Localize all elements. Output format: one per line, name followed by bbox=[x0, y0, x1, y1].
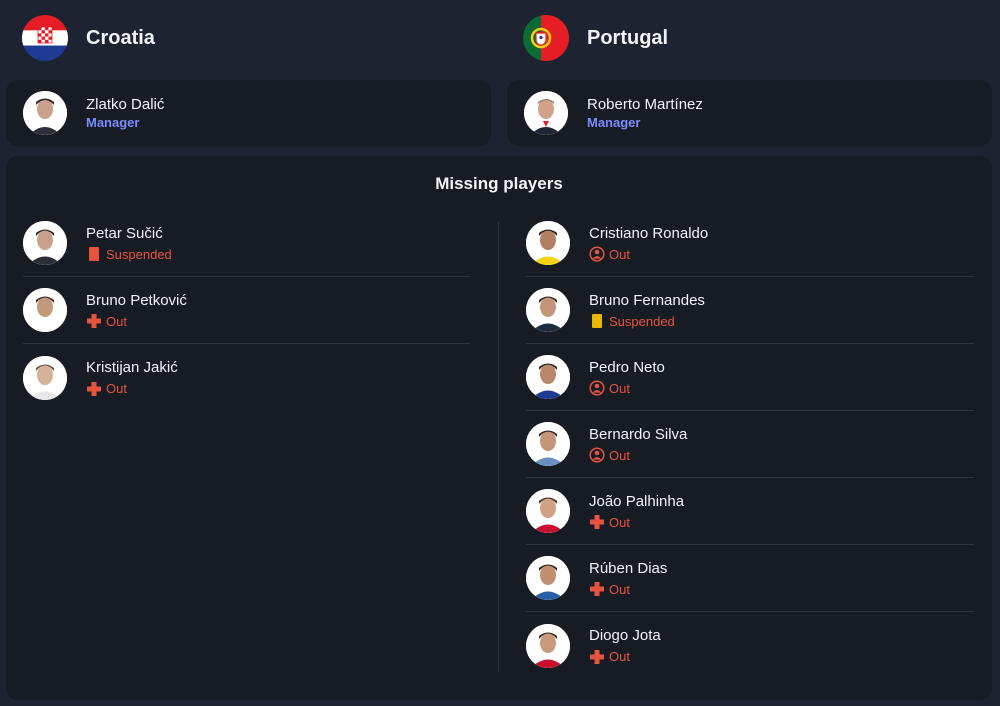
missing-player-row[interactable]: Bernardo Silva Out bbox=[526, 411, 974, 478]
player-status: Out bbox=[589, 246, 708, 263]
manager-role-label: Manager bbox=[587, 115, 641, 130]
player-status-label: Out bbox=[106, 381, 127, 396]
column-divider bbox=[498, 222, 499, 672]
team-header-portugal[interactable]: Portugal bbox=[523, 14, 668, 62]
player-status: Out bbox=[86, 380, 178, 397]
player-status: Out bbox=[589, 581, 667, 598]
player-avatar bbox=[526, 221, 570, 265]
player-status: Out bbox=[86, 313, 187, 330]
person-unavailable-icon bbox=[589, 246, 605, 262]
player-status-label: Out bbox=[106, 313, 127, 329]
player-status-label: Out bbox=[609, 447, 630, 463]
injury-cross-icon bbox=[590, 649, 604, 664]
manager-role-label: Manager bbox=[86, 115, 140, 130]
player-status-label: Out bbox=[609, 649, 630, 664]
yellow-card-icon bbox=[592, 314, 602, 328]
team-name-home[interactable]: Croatia bbox=[86, 27, 155, 50]
croatia-flag-icon bbox=[22, 15, 68, 61]
person-unavailable-icon bbox=[589, 447, 605, 463]
missing-player-row[interactable]: Bruno Petković Out bbox=[23, 277, 470, 344]
missing-players-panel: Missing players Petar Sučić Suspended Brun… bbox=[6, 156, 992, 700]
team-name-away[interactable]: Portugal bbox=[587, 27, 668, 50]
team-header-croatia[interactable]: Croatia bbox=[22, 14, 155, 62]
player-status: Out bbox=[589, 380, 665, 397]
person-unavailable-icon bbox=[589, 380, 605, 396]
player-name[interactable]: Rúben Dias bbox=[589, 559, 667, 579]
missing-players-title: Missing players bbox=[435, 174, 563, 193]
player-name[interactable]: Diogo Jota bbox=[589, 626, 661, 646]
missing-players-home-list: Petar Sučić Suspended Bruno Petković Out Kri… bbox=[23, 210, 470, 411]
player-name[interactable]: Cristiano Ronaldo bbox=[589, 224, 708, 244]
player-name[interactable]: Kristijan Jakić bbox=[86, 358, 178, 378]
player-avatar bbox=[23, 355, 67, 400]
missing-player-row[interactable]: João Palhinha Out bbox=[526, 478, 974, 545]
player-name[interactable]: Bruno Petković bbox=[86, 291, 187, 311]
player-avatar bbox=[526, 355, 570, 399]
injury-cross-icon bbox=[590, 515, 604, 529]
player-name[interactable]: Bernardo Silva bbox=[589, 425, 687, 445]
player-avatar bbox=[526, 422, 570, 466]
missing-player-row[interactable]: Kristijan Jakić Out bbox=[23, 344, 470, 411]
player-status: Suspended bbox=[86, 246, 172, 263]
player-avatar bbox=[526, 288, 570, 332]
manager-name[interactable]: Roberto Martínez bbox=[587, 95, 703, 114]
player-status: Out bbox=[589, 514, 684, 531]
missing-player-row[interactable]: Rúben Dias Out bbox=[526, 545, 974, 612]
player-name[interactable]: Bruno Fernandes bbox=[589, 291, 705, 311]
missing-player-row[interactable]: Bruno Fernandes Suspended bbox=[526, 277, 974, 344]
player-status-label: Out bbox=[609, 514, 630, 530]
manager-card-away[interactable]: Roberto Martínez Manager bbox=[507, 80, 992, 146]
manager-avatar bbox=[524, 91, 568, 135]
manager-avatar bbox=[23, 91, 67, 135]
manager-card-home[interactable]: Zlatko Dalić Manager bbox=[6, 80, 491, 146]
injury-cross-icon bbox=[87, 381, 101, 396]
player-status: Suspended bbox=[589, 313, 705, 330]
player-avatar bbox=[23, 288, 67, 332]
injury-cross-icon bbox=[87, 314, 101, 328]
player-avatar bbox=[526, 556, 570, 600]
missing-player-row[interactable]: Petar Sučić Suspended bbox=[23, 210, 470, 277]
player-status: Out bbox=[589, 648, 661, 665]
player-status: Out bbox=[589, 447, 687, 464]
player-status-label: Out bbox=[609, 581, 630, 597]
missing-players-away-list: Cristiano Ronaldo Out Bruno Fernandes Suspe… bbox=[526, 210, 974, 679]
player-avatar bbox=[526, 623, 570, 668]
player-avatar bbox=[526, 489, 570, 533]
portugal-flag-icon bbox=[523, 15, 569, 61]
injury-cross-icon bbox=[590, 582, 604, 596]
player-status-label: Out bbox=[609, 246, 630, 262]
player-avatar bbox=[23, 221, 67, 265]
red-card-icon bbox=[89, 247, 99, 261]
player-status-label: Suspended bbox=[106, 246, 172, 262]
player-name[interactable]: João Palhinha bbox=[589, 492, 684, 512]
missing-player-row[interactable]: Pedro Neto Out bbox=[526, 344, 974, 411]
player-status-label: Suspended bbox=[609, 313, 675, 329]
player-status-label: Out bbox=[609, 380, 630, 396]
missing-player-row[interactable]: Cristiano Ronaldo Out bbox=[526, 210, 974, 277]
player-name[interactable]: Petar Sučić bbox=[86, 224, 172, 244]
player-name[interactable]: Pedro Neto bbox=[589, 358, 665, 378]
missing-player-row[interactable]: Diogo Jota Out bbox=[526, 612, 974, 679]
manager-name[interactable]: Zlatko Dalić bbox=[86, 95, 164, 114]
